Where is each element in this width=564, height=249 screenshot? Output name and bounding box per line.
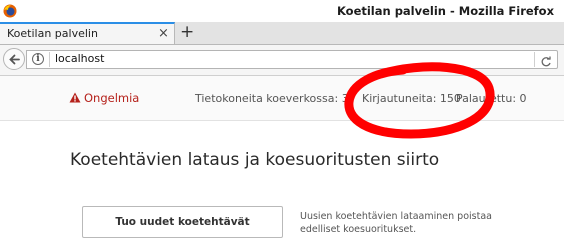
warning-icon xyxy=(69,92,81,103)
reload-divider xyxy=(534,52,535,67)
logged-in-count: Kirjautuneita: 150 xyxy=(362,92,461,105)
url-bar[interactable]: i localhost xyxy=(26,50,558,69)
url-text[interactable]: localhost xyxy=(55,52,104,65)
window-titlebar: Koetilan palvelin - Mozilla Firefox xyxy=(0,0,564,22)
navigation-toolbar: i localhost xyxy=(0,45,564,76)
problem-label: Ongelmia xyxy=(84,91,140,105)
tab-label: Koetilan palvelin xyxy=(7,27,98,40)
info-icon[interactable]: i xyxy=(32,53,44,65)
computers-count: Tietokoneita koeverkossa: 3 xyxy=(195,92,349,105)
problem-indicator[interactable]: Ongelmia xyxy=(69,91,139,105)
window-title: Koetilan palvelin - Mozilla Firefox xyxy=(336,4,554,18)
back-arrow-icon xyxy=(9,54,20,65)
new-tab-button[interactable]: + xyxy=(180,22,194,42)
back-button[interactable] xyxy=(3,48,25,70)
answers-count: Palautettu: 0 xyxy=(456,92,527,105)
tab-koetilan-palvelin[interactable]: Koetilan palvelin × xyxy=(0,22,175,44)
page-title: Koetehtävien lataus ja koesuoritusten si… xyxy=(70,150,440,170)
tab-strip: Koetilan palvelin × + xyxy=(0,22,564,45)
status-bar: Ongelmia Tietokoneita koeverkossa: 3 Kir… xyxy=(0,76,564,121)
firefox-icon xyxy=(3,3,17,18)
url-divider xyxy=(49,52,50,67)
load-exams-button[interactable]: Tuo uudet koetehtävät xyxy=(82,206,283,238)
close-icon[interactable]: × xyxy=(158,26,169,41)
reload-icon[interactable] xyxy=(540,53,552,72)
load-note: Uusien koetehtävien lataaminen poistaa e… xyxy=(300,211,492,235)
